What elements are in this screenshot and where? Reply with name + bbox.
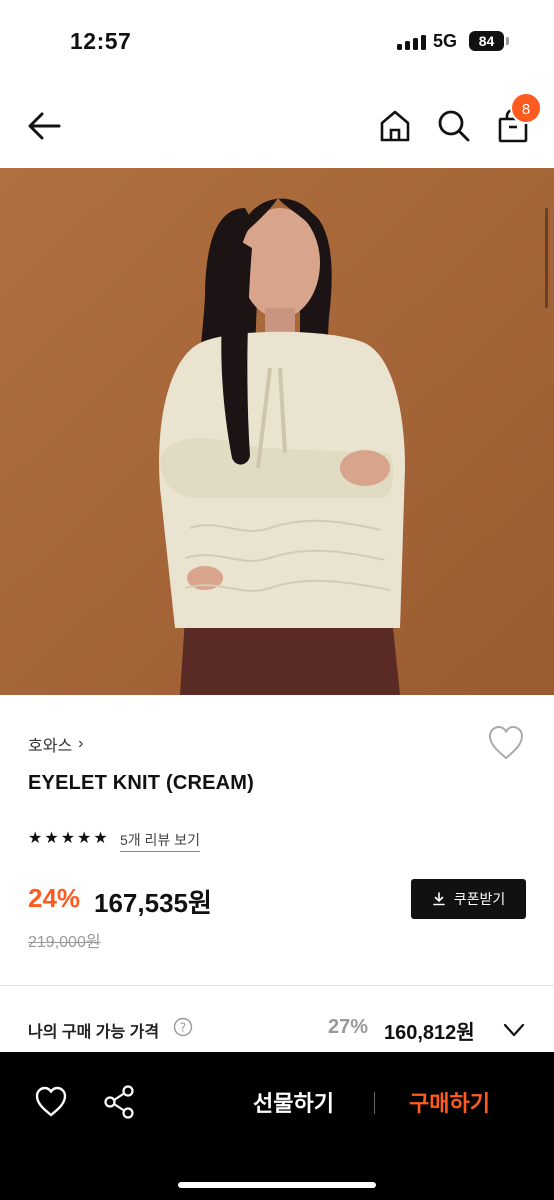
coupon-button-label: 쿠폰받기 <box>453 891 506 907</box>
star-icon: ★ <box>77 830 92 847</box>
share-icon[interactable] <box>102 1084 136 1120</box>
buy-button[interactable]: 구매하기 <box>409 1086 490 1118</box>
star-icon: ★ <box>44 830 59 847</box>
model-photo <box>0 168 554 695</box>
rating-stars: ★ ★ ★ ★ ★ <box>28 831 108 847</box>
original-price: 219,000원 <box>28 934 101 951</box>
my-price-label: 나의 구매 가능 가격 <box>28 1024 160 1041</box>
my-discount-rate: 27% <box>328 1016 369 1038</box>
product-image[interactable] <box>0 168 554 695</box>
discount-rate: 24% <box>28 883 81 913</box>
bottom-action-bar: 선물하기 구매하기 <box>0 1052 554 1200</box>
top-nav: 8 <box>0 84 554 168</box>
status-bar: 12:57 5G 84 <box>0 0 554 84</box>
cart-count-badge: 8 <box>510 92 542 124</box>
brand-chevron-icon: › <box>78 735 84 752</box>
signal-icon <box>397 35 427 50</box>
star-icon: ★ <box>28 830 43 847</box>
svg-text:?: ? <box>180 1021 186 1035</box>
search-icon[interactable] <box>436 108 472 144</box>
home-icon[interactable] <box>377 108 413 144</box>
section-divider <box>0 985 554 986</box>
heart-icon[interactable] <box>34 1086 68 1118</box>
button-separator <box>374 1092 375 1114</box>
question-icon[interactable]: ? <box>173 1017 193 1037</box>
gift-button[interactable]: 선물하기 <box>253 1086 334 1118</box>
sale-price: 167,535원 <box>94 888 212 918</box>
wishlist-heart-icon[interactable] <box>487 725 525 761</box>
status-time: 12:57 <box>70 28 132 54</box>
brand-name: 호와스 <box>28 738 73 755</box>
battery-tip <box>506 37 509 45</box>
star-icon: ★ <box>93 830 108 847</box>
star-icon: ★ <box>60 830 76 847</box>
my-price-value: 160,812원 <box>384 1022 475 1044</box>
download-icon <box>432 892 445 906</box>
network-type: 5G <box>433 31 458 51</box>
chevron-down-icon[interactable] <box>502 1018 526 1042</box>
battery-icon: 84 <box>469 31 504 51</box>
brand-link[interactable]: 호와스 › <box>28 732 84 756</box>
home-indicator <box>178 1182 376 1188</box>
coupon-button[interactable]: 쿠폰받기 <box>411 879 526 919</box>
review-link[interactable]: 5개 리뷰 보기 <box>120 830 200 852</box>
image-scroll-indicator <box>545 208 548 308</box>
my-price-row[interactable]: 나의 구매 가능 가격 ? 27% 160,812원 <box>0 1010 554 1052</box>
back-arrow-icon[interactable] <box>26 108 62 144</box>
product-title: EYELET KNIT (CREAM) <box>28 772 255 794</box>
